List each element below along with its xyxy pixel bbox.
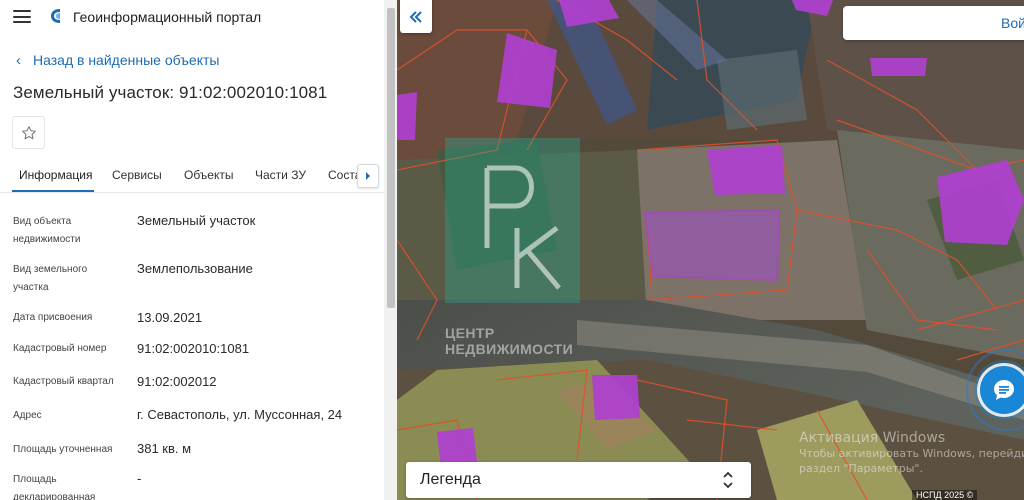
field-value-parcel-type: Землепользование bbox=[137, 261, 253, 276]
field-value-address: г. Севастополь, ул. Муссонная, 24 bbox=[137, 407, 343, 422]
field-label-area-declared: Площадь декларированная bbox=[13, 474, 96, 500]
legend-label: Легенда bbox=[420, 471, 481, 488]
chat-icon bbox=[994, 380, 1014, 400]
back-link-label: Назад в найденные объекты bbox=[33, 52, 220, 68]
active-tab-indicator bbox=[12, 190, 94, 192]
field-label-area-specified: Площадь уточненная bbox=[13, 444, 113, 455]
tab-parts[interactable]: Части ЗУ bbox=[255, 168, 306, 182]
map-copyright: НСПД 2025 © bbox=[912, 490, 978, 500]
tab-information[interactable]: Информация bbox=[19, 168, 92, 182]
field-value-cadastral-quarter: 91:02:002012 bbox=[137, 374, 217, 389]
tab-services[interactable]: Сервисы bbox=[112, 168, 162, 182]
chat-button[interactable] bbox=[980, 366, 1024, 414]
tab-objects[interactable]: Объекты bbox=[184, 168, 234, 182]
field-value-cadastral-number: 91:02:002010:1081 bbox=[137, 341, 250, 356]
field-value-area-declared: - bbox=[137, 471, 142, 486]
back-link[interactable]: ‹ Назад в найденные объекты bbox=[16, 52, 219, 69]
login-button-label: Вой bbox=[1001, 15, 1024, 31]
top-bar: Геоинформационный портал bbox=[0, 0, 384, 34]
login-button[interactable]: Вой bbox=[843, 6, 1024, 40]
chevron-right-icon bbox=[366, 172, 370, 180]
star-icon bbox=[21, 125, 36, 139]
watermark-text: ЦЕНТР НЕДВИЖИМОСТИ bbox=[445, 325, 574, 357]
field-label-cadastral-number: Кадастровый номер bbox=[13, 343, 107, 354]
watermark-logo bbox=[445, 138, 580, 303]
collapse-panel-button[interactable] bbox=[400, 0, 432, 33]
favorite-button[interactable] bbox=[12, 116, 45, 149]
chevron-left-icon: ‹ bbox=[16, 52, 21, 69]
app-title: Геоинформационный портал bbox=[73, 9, 262, 25]
field-value-object-type: Земельный участок bbox=[137, 213, 256, 228]
field-label-cadastral-quarter: Кадастровый квартал bbox=[13, 376, 114, 387]
field-label-object-type: Вид объекта недвижимости bbox=[13, 216, 81, 245]
field-label-address: Адрес bbox=[13, 410, 42, 421]
field-value-area-specified: 381 кв. м bbox=[137, 441, 192, 456]
page-title: Земельный участок: 91:02:002010:1081 bbox=[13, 83, 328, 102]
field-label-assignment-date: Дата присвоения bbox=[13, 312, 93, 323]
field-value-assignment-date: 13.09.2021 bbox=[137, 310, 203, 325]
info-panel: Геоинформационный портал ‹ Назад в найден… bbox=[0, 0, 397, 500]
panel-scrollbar-thumb[interactable] bbox=[387, 8, 395, 308]
field-label-parcel-type: Вид земельного участка bbox=[13, 264, 88, 293]
tab-bar: Информация Сервисы Объекты Части ЗУ Сост… bbox=[0, 161, 384, 193]
menu-icon[interactable] bbox=[13, 10, 31, 23]
tabs-scroll-right-button[interactable] bbox=[357, 164, 379, 188]
map-view[interactable]: ЦЕНТР НЕДВИЖИМОСТИ Вой Активация Windows… bbox=[397, 0, 1024, 500]
windows-activation-notice: Активация Windows Чтобы активировать Win… bbox=[799, 430, 1024, 475]
legend-dropdown[interactable]: Легенда bbox=[406, 462, 751, 498]
up-down-chevron-icon bbox=[723, 471, 733, 489]
double-chevron-left-icon bbox=[409, 10, 422, 23]
logo-icon bbox=[51, 9, 60, 23]
